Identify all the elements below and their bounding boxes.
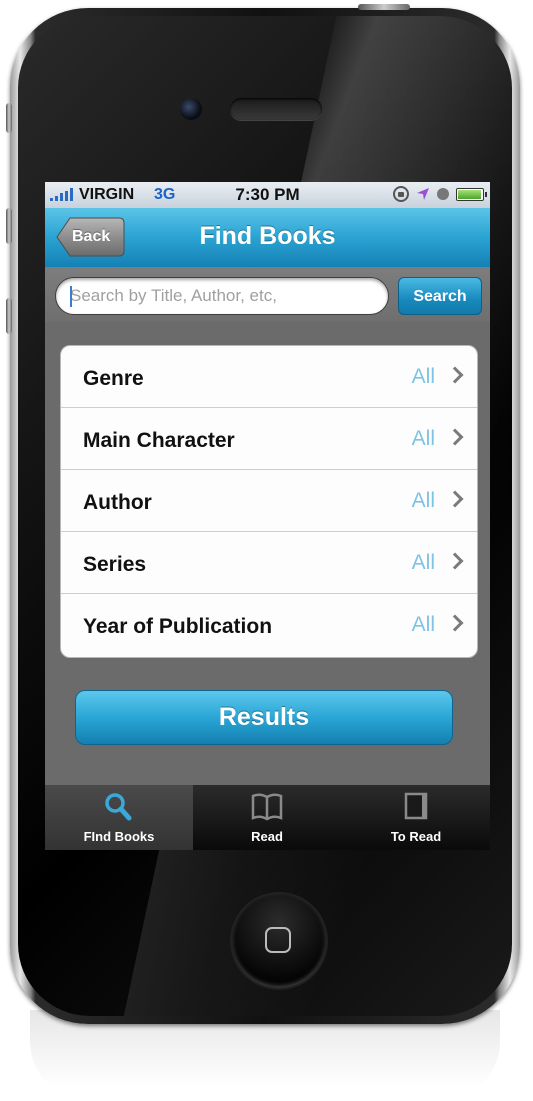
status-icons	[393, 186, 487, 202]
filter-row-main-character[interactable]: Main Character All	[61, 408, 477, 470]
filter-value: All	[411, 613, 435, 636]
rotation-lock-icon	[393, 186, 409, 202]
tab-label: To Read	[390, 829, 442, 844]
search-area: Search	[45, 267, 490, 322]
filter-row-year[interactable]: Year of Publication All	[61, 594, 477, 655]
open-book-icon	[251, 793, 283, 821]
alarm-icon	[437, 188, 449, 200]
search-button[interactable]: Search	[398, 277, 482, 315]
app-screen: VIRGIN 3G 7:30 PM Back Find Books Search…	[45, 182, 490, 850]
page-title: Find Books	[199, 222, 336, 250]
chevron-right-icon	[446, 366, 464, 384]
filter-row-author[interactable]: Author All	[61, 470, 477, 532]
filter-label: Author	[83, 491, 152, 514]
filter-value: All	[411, 551, 435, 574]
tab-read[interactable]: Read	[193, 785, 341, 850]
filter-value: All	[411, 489, 435, 512]
chevron-right-icon	[446, 552, 464, 570]
front-camera	[180, 98, 202, 120]
filter-row-genre[interactable]: Genre All	[61, 346, 477, 408]
battery-icon	[456, 187, 487, 201]
tab-label: Read	[251, 829, 283, 844]
filter-label: Year of Publication	[83, 615, 273, 638]
home-button[interactable]	[232, 894, 326, 988]
tab-to-read[interactable]: To Read	[342, 785, 490, 850]
volume-up-button	[6, 208, 12, 244]
tab-bar: FInd Books Read To Read	[45, 785, 490, 850]
volume-down-button	[6, 298, 12, 334]
tab-label: FInd Books	[83, 829, 155, 844]
filter-label: Genre	[83, 367, 144, 390]
results-button[interactable]: Results	[75, 690, 453, 745]
filter-label: Series	[83, 553, 147, 576]
filter-list: Genre All Main Character All Author All …	[60, 345, 478, 658]
search-input[interactable]	[55, 277, 389, 315]
filter-label: Main Character	[83, 429, 235, 452]
home-square-icon	[265, 927, 291, 953]
chevron-right-icon	[446, 428, 464, 446]
tab-find-books[interactable]: FInd Books	[45, 785, 193, 850]
navigation-bar: Back Find Books	[45, 208, 490, 268]
filter-row-series[interactable]: Series All	[61, 532, 477, 594]
sleep-button	[358, 4, 410, 10]
earpiece-speaker	[230, 98, 322, 120]
chevron-right-icon	[446, 614, 464, 632]
filter-value: All	[411, 365, 435, 388]
search-icon	[105, 793, 132, 821]
location-icon	[417, 188, 429, 200]
filter-value: All	[411, 427, 435, 450]
mute-switch	[6, 103, 12, 133]
chevron-right-icon	[446, 490, 464, 508]
status-bar: VIRGIN 3G 7:30 PM	[45, 182, 490, 208]
closed-book-icon	[404, 792, 428, 820]
text-cursor	[70, 286, 72, 307]
